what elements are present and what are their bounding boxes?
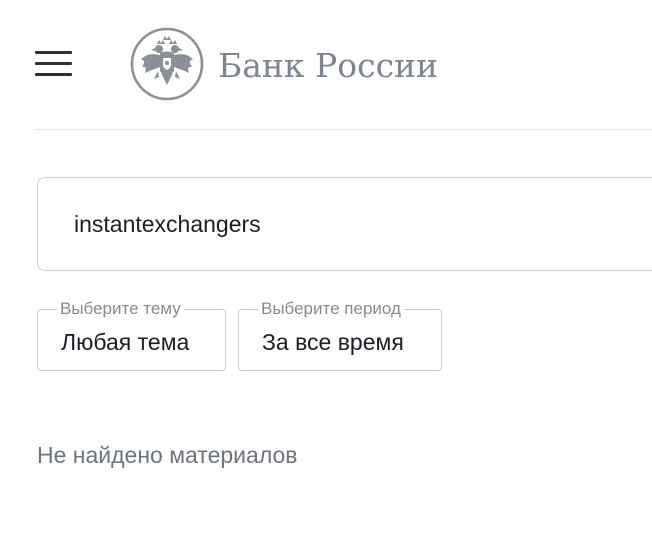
menu-line (35, 51, 72, 54)
search-box[interactable] (37, 177, 652, 271)
period-select-value: За все время (262, 329, 404, 355)
search-input[interactable] (74, 208, 634, 240)
header-divider (35, 129, 652, 130)
topic-select[interactable]: Выберите тему Любая тема (37, 299, 226, 371)
menu-line (35, 62, 72, 65)
page: Банк России Выберите тему Любая тема Выб… (0, 0, 652, 542)
hamburger-menu-icon[interactable] (35, 51, 72, 77)
no-results-message: Не найдено материалов (37, 442, 298, 468)
bank-logo-link[interactable]: Банк России (130, 27, 438, 101)
bank-name: Банк России (218, 45, 439, 85)
menu-line (35, 73, 72, 76)
topic-select-value: Любая тема (61, 329, 190, 355)
topic-select-label: Выберите тему (57, 299, 184, 319)
double-headed-eagle-emblem-icon (130, 27, 204, 101)
period-select-label: Выберите период (258, 299, 404, 319)
period-select[interactable]: Выберите период За все время (238, 299, 442, 371)
